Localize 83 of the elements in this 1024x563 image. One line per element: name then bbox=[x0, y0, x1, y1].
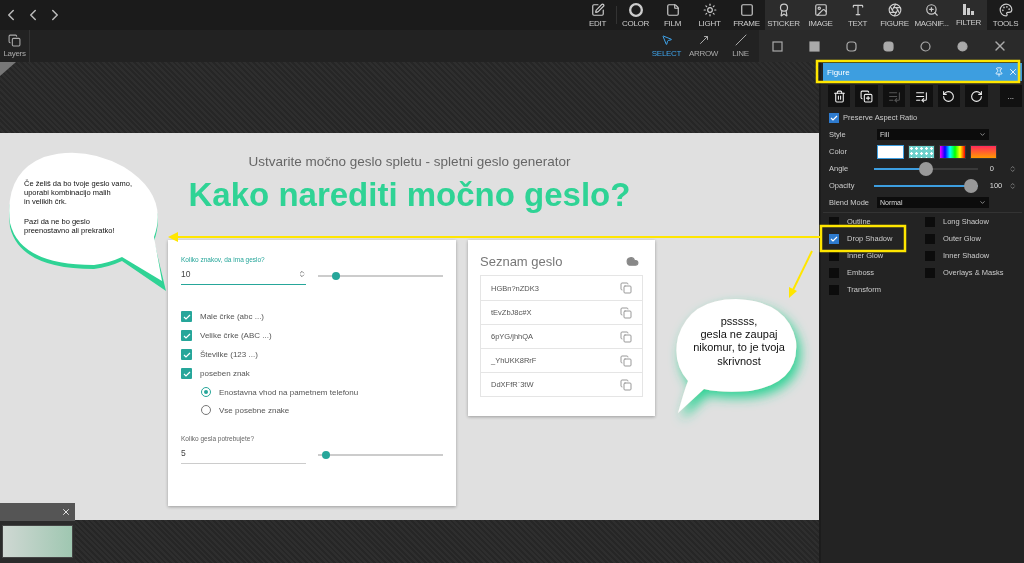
toolbar-button[interactable]: FIGURE bbox=[876, 0, 913, 30]
action-button[interactable] bbox=[937, 85, 961, 107]
bubble-text: psssss, gesla ne zaupaj nikomur, to je tvoja skrivnost bbox=[692, 315, 786, 368]
annotation-arrow bbox=[789, 250, 813, 298]
rotate-icon bbox=[942, 89, 956, 103]
toolbar-button[interactable]: LIGHT bbox=[691, 0, 728, 30]
rounded-square-icon bbox=[846, 40, 857, 52]
checkbox[interactable] bbox=[829, 216, 839, 227]
sun-icon bbox=[702, 2, 717, 17]
subtool-button[interactable]: SELECT bbox=[648, 30, 685, 62]
frame-icon bbox=[739, 2, 754, 17]
square-icon bbox=[772, 40, 783, 52]
action-button[interactable] bbox=[828, 85, 851, 107]
ring-icon bbox=[628, 2, 643, 17]
toolbar-button[interactable]: TEXT bbox=[839, 0, 876, 30]
action-button[interactable] bbox=[855, 85, 878, 107]
layers-icon bbox=[8, 34, 21, 47]
checkbox[interactable] bbox=[181, 311, 192, 322]
spinner-icon bbox=[298, 270, 306, 278]
checkbox[interactable] bbox=[829, 233, 839, 244]
rotate-icon bbox=[969, 89, 983, 103]
copy-plus-icon bbox=[860, 89, 874, 103]
more-button[interactable]: ... bbox=[999, 85, 1022, 107]
close-icon[interactable] bbox=[61, 507, 71, 517]
arrow-icon bbox=[697, 34, 710, 46]
toolbar-button[interactable]: FILM bbox=[654, 0, 691, 30]
count-field[interactable]: 5 bbox=[181, 445, 306, 464]
image-icon bbox=[813, 2, 828, 17]
checkbox[interactable] bbox=[181, 330, 192, 341]
checkbox[interactable] bbox=[829, 250, 839, 261]
option-label: Številke (123 ...) bbox=[200, 350, 258, 359]
toolbar-button[interactable]: IMAGE bbox=[802, 0, 839, 30]
subtool-button[interactable]: LINE bbox=[722, 30, 759, 62]
list-title: Seznam geslo bbox=[480, 254, 563, 269]
trash-icon bbox=[832, 89, 846, 103]
option-label: Male črke (abc ...) bbox=[200, 312, 264, 321]
corner-tag-icon bbox=[0, 62, 16, 76]
aperture-icon bbox=[887, 2, 902, 17]
text-icon bbox=[850, 2, 865, 17]
filled-square-icon bbox=[809, 40, 820, 52]
palette-icon bbox=[998, 2, 1013, 17]
color-swatch[interactable] bbox=[908, 144, 935, 159]
filled-circle-icon bbox=[957, 40, 968, 52]
list-icon bbox=[914, 89, 928, 103]
option-label: poseben znak bbox=[200, 369, 250, 378]
caret-icon bbox=[979, 131, 986, 138]
magnifier-icon bbox=[924, 2, 939, 17]
spinner-icon[interactable] bbox=[1008, 181, 1016, 190]
circle-icon bbox=[920, 40, 931, 52]
line-icon bbox=[734, 34, 747, 46]
toolbar-button[interactable]: FILTER bbox=[950, 0, 987, 30]
option-label: Enostavna vhod na pametnem telefonu bbox=[219, 387, 359, 397]
color-swatch[interactable] bbox=[970, 144, 997, 159]
subtool-button[interactable]: ARROW bbox=[685, 30, 722, 62]
toolbar-button[interactable]: TOOLS bbox=[987, 0, 1024, 30]
bars-icon bbox=[962, 3, 975, 16]
filled-rounded-square-icon bbox=[883, 40, 894, 52]
list-icon bbox=[887, 89, 901, 103]
checkbox[interactable] bbox=[829, 112, 839, 123]
color-swatch[interactable] bbox=[877, 144, 904, 159]
caret-icon bbox=[979, 199, 986, 206]
select-icon bbox=[660, 34, 673, 46]
toolbar-button[interactable]: STICKER bbox=[765, 0, 802, 30]
cloud-icon[interactable] bbox=[626, 255, 639, 268]
page-title: Kako narediti močno geslo? bbox=[188, 176, 631, 214]
edit-icon bbox=[590, 2, 605, 17]
option-label: Vse posebne znake bbox=[219, 405, 290, 415]
page-subtitle: Ustvarite močno geslo spletu - spletni geslo generator bbox=[248, 154, 571, 169]
toolbar-button[interactable]: COLOR bbox=[617, 0, 654, 30]
length-field[interactable]: 10 bbox=[181, 266, 306, 285]
checkbox[interactable] bbox=[181, 349, 192, 360]
spinner-icon[interactable] bbox=[1008, 164, 1016, 173]
panel-title: Figure bbox=[827, 67, 850, 77]
film-icon bbox=[665, 2, 680, 17]
option-label: Velike črke (ABC ...) bbox=[200, 331, 272, 340]
action-button[interactable] bbox=[910, 85, 933, 107]
checkbox[interactable] bbox=[181, 368, 192, 379]
toolbar-button[interactable]: EDIT bbox=[579, 0, 616, 30]
thumbnail-preview[interactable] bbox=[2, 525, 73, 558]
toolbar-button[interactable]: MAGNIF... bbox=[913, 0, 950, 30]
color-swatch[interactable] bbox=[939, 144, 966, 159]
toolbar-button[interactable]: FRAME bbox=[728, 0, 765, 30]
action-button[interactable] bbox=[965, 85, 988, 107]
